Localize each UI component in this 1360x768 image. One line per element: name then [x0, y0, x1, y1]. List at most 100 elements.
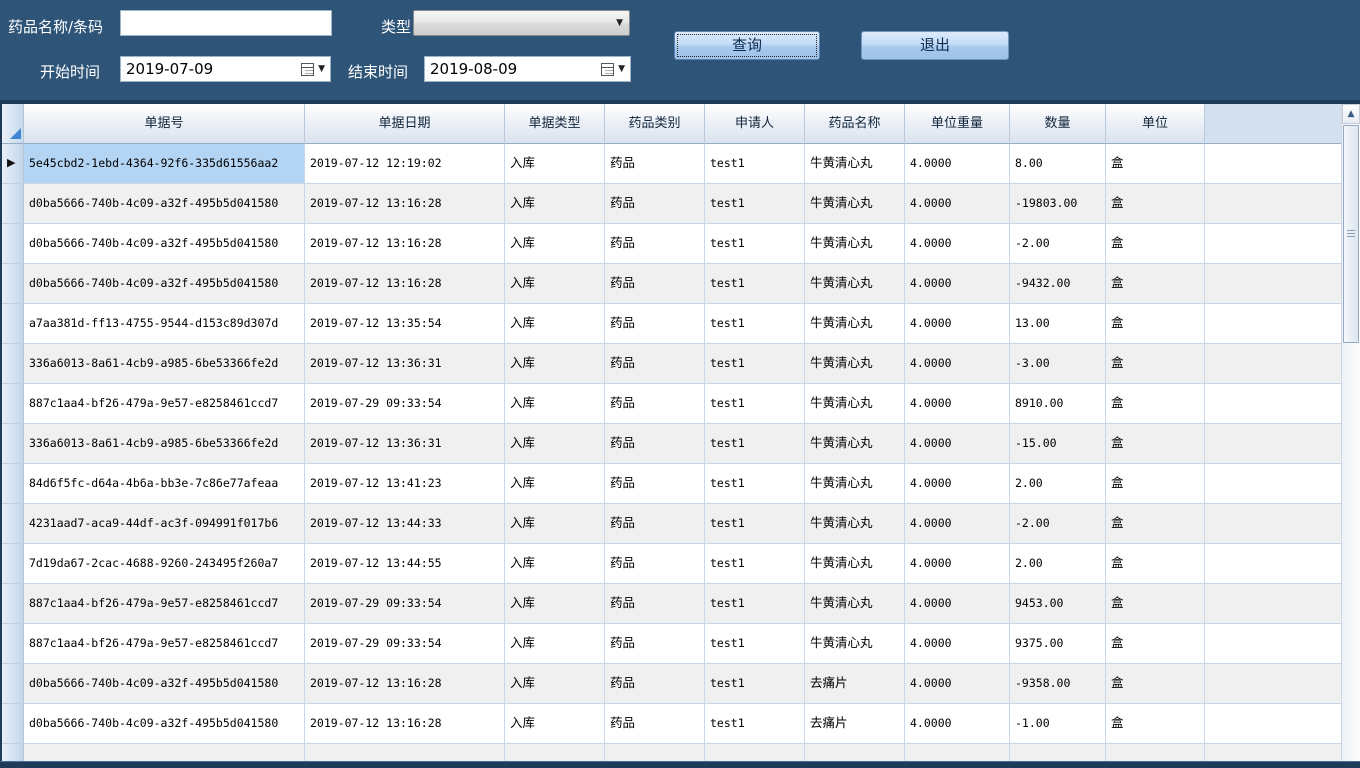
cell[interactable]: test1: [705, 184, 805, 224]
cell[interactable]: 牛黄清心丸: [805, 464, 905, 504]
cell[interactable]: [1205, 704, 1342, 744]
row-selector[interactable]: [2, 504, 24, 544]
cell[interactable]: 牛黄清心丸: [805, 624, 905, 664]
cell[interactable]: [1205, 344, 1342, 384]
cell[interactable]: 5e45cbd2-1ebd-4364-92f6-335d61556aa2: [24, 144, 305, 184]
cell[interactable]: 药品: [605, 384, 705, 424]
cell[interactable]: 药品: [605, 344, 705, 384]
cell[interactable]: test1: [705, 304, 805, 344]
row-selector[interactable]: [2, 584, 24, 624]
row-selector[interactable]: [2, 424, 24, 464]
cell[interactable]: 牛黄清心丸: [805, 184, 905, 224]
start-date-picker[interactable]: 2019-07-09 ▼: [120, 56, 331, 82]
cell[interactable]: 盒: [1106, 704, 1205, 744]
drug-name-input[interactable]: [120, 10, 332, 36]
cell[interactable]: 药品: [605, 704, 705, 744]
cell[interactable]: 入库: [505, 664, 605, 704]
cell[interactable]: -19803.00: [1010, 184, 1106, 224]
row-selector[interactable]: [2, 384, 24, 424]
cell[interactable]: -9358.00: [1010, 664, 1106, 704]
cell[interactable]: 入库: [505, 704, 605, 744]
cell[interactable]: 8910.00: [1010, 384, 1106, 424]
cell[interactable]: test1: [705, 344, 805, 384]
cell[interactable]: test1: [705, 424, 805, 464]
row-selector[interactable]: [2, 624, 24, 664]
cell[interactable]: -15.00: [1010, 424, 1106, 464]
cell[interactable]: 2019-07-12 13:36:31: [305, 424, 505, 464]
cell[interactable]: d0ba5666-740b-4c09-a32f-495b5d041580: [24, 264, 305, 304]
cell[interactable]: 2019-07-12 13:44:33: [305, 504, 505, 544]
cell[interactable]: 4.0000: [905, 544, 1010, 584]
cell[interactable]: [1205, 224, 1342, 264]
cell[interactable]: 2.00: [1010, 544, 1106, 584]
cell[interactable]: 入库: [505, 504, 605, 544]
column-header-3[interactable]: 单据类型: [505, 104, 605, 144]
cell[interactable]: 入库: [505, 384, 605, 424]
cell[interactable]: [1205, 664, 1342, 704]
cell[interactable]: 入库: [505, 544, 605, 584]
cell[interactable]: 入库: [505, 344, 605, 384]
cell[interactable]: 盒: [1106, 384, 1205, 424]
cell[interactable]: 7d19da67-2cac-4688-9260-243495f260a7: [24, 544, 305, 584]
cell[interactable]: [1205, 184, 1342, 224]
cell[interactable]: [1205, 624, 1342, 664]
cell[interactable]: 4.0000: [905, 504, 1010, 544]
cell[interactable]: 入库: [505, 584, 605, 624]
cell[interactable]: [1205, 384, 1342, 424]
row-selector[interactable]: [2, 184, 24, 224]
cell[interactable]: 4.0000: [905, 224, 1010, 264]
cell[interactable]: test1: [705, 264, 805, 304]
cell[interactable]: 4231aad7-aca9-44df-ac3f-094991f017b6: [24, 504, 305, 544]
cell[interactable]: 9453.00: [1010, 584, 1106, 624]
cell[interactable]: 2019-07-12 13:44:55: [305, 544, 505, 584]
cell[interactable]: 去痛片: [805, 704, 905, 744]
cell[interactable]: 4.0000: [905, 584, 1010, 624]
cell[interactable]: 4.0000: [905, 144, 1010, 184]
cell[interactable]: [1205, 504, 1342, 544]
cell[interactable]: 入库: [505, 624, 605, 664]
query-button[interactable]: 查询: [674, 31, 820, 60]
row-selector[interactable]: [2, 304, 24, 344]
chevron-down-icon[interactable]: ▼: [618, 64, 625, 74]
cell[interactable]: -2.00: [1010, 504, 1106, 544]
cell[interactable]: 盒: [1106, 304, 1205, 344]
row-selector[interactable]: [2, 704, 24, 744]
cell[interactable]: 入库: [505, 184, 605, 224]
type-dropdown[interactable]: ▼: [413, 10, 630, 36]
cell[interactable]: 牛黄清心丸: [805, 224, 905, 264]
cell[interactable]: 4.0000: [905, 344, 1010, 384]
cell[interactable]: -3.00: [1010, 344, 1106, 384]
cell[interactable]: 药品: [605, 224, 705, 264]
cell[interactable]: 药品: [605, 584, 705, 624]
cell[interactable]: [1205, 584, 1342, 624]
cell[interactable]: test1: [705, 144, 805, 184]
cell[interactable]: 4.0000: [905, 664, 1010, 704]
cell[interactable]: 盒: [1106, 184, 1205, 224]
row-selector[interactable]: [2, 344, 24, 384]
cell[interactable]: d0ba5666-740b-4c09-a32f-495b5d041580: [24, 704, 305, 744]
cell[interactable]: 2019-07-12 13:16:28: [305, 224, 505, 264]
cell[interactable]: 盒: [1106, 504, 1205, 544]
cell[interactable]: 4.0000: [905, 464, 1010, 504]
cell[interactable]: [1205, 464, 1342, 504]
cell[interactable]: 入库: [505, 264, 605, 304]
column-header-5[interactable]: 申请人: [705, 104, 805, 144]
cell[interactable]: 336a6013-8a61-4cb9-a985-6be53366fe2d: [24, 344, 305, 384]
cell[interactable]: test1: [705, 624, 805, 664]
cell[interactable]: 2019-07-12 13:41:23: [305, 464, 505, 504]
cell[interactable]: 牛黄清心丸: [805, 584, 905, 624]
cell[interactable]: d0ba5666-740b-4c09-a32f-495b5d041580: [24, 184, 305, 224]
cell[interactable]: 4.0000: [905, 424, 1010, 464]
cell[interactable]: 4.0000: [905, 184, 1010, 224]
column-header-4[interactable]: 药品类别: [605, 104, 705, 144]
cell[interactable]: 牛黄清心丸: [805, 304, 905, 344]
cell[interactable]: 入库: [505, 424, 605, 464]
cell[interactable]: 药品: [605, 464, 705, 504]
cell[interactable]: 2019-07-12 12:19:02: [305, 144, 505, 184]
cell[interactable]: 药品: [605, 424, 705, 464]
cell[interactable]: 药品: [605, 184, 705, 224]
cell[interactable]: 入库: [505, 464, 605, 504]
cell[interactable]: 牛黄清心丸: [805, 424, 905, 464]
cell[interactable]: 药品: [605, 264, 705, 304]
row-selector[interactable]: [2, 264, 24, 304]
